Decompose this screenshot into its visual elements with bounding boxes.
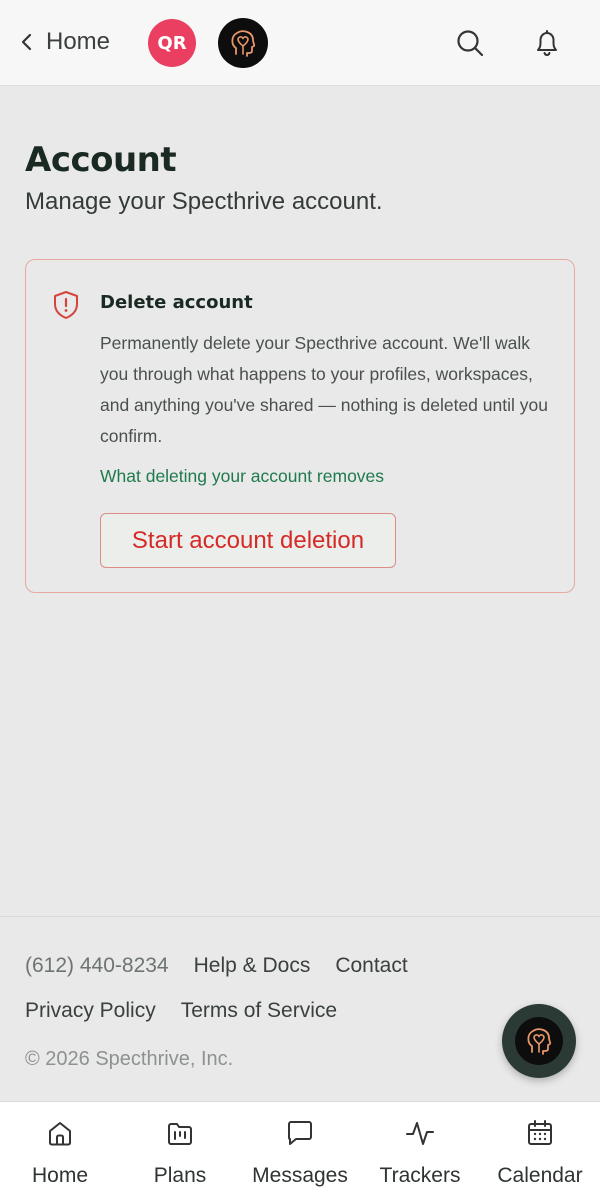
card-title: Delete account [100, 292, 253, 313]
folder-plans-icon [168, 1123, 192, 1145]
footer-contact-link[interactable]: Contact [335, 954, 407, 978]
assistant-fab[interactable] [502, 1004, 576, 1078]
search-button[interactable] [452, 25, 488, 61]
nav-label-plans: Plans [153, 1164, 207, 1187]
start-account-deletion-button[interactable]: Start account deletion [100, 513, 396, 568]
top-app-bar: Home QR [0, 0, 600, 86]
card-description: Permanently delete your Specthrive accou… [100, 333, 548, 446]
nav-item-home[interactable]: Home [0, 1102, 120, 1200]
nav-label-messages: Messages [252, 1164, 348, 1187]
nav-label-calendar: Calendar [497, 1164, 583, 1187]
nav-label-trackers: Trackers [379, 1164, 461, 1187]
page-title: Account [25, 140, 177, 180]
deletion-info-link[interactable]: What deleting your account removes [100, 466, 384, 487]
nav-item-trackers[interactable]: Trackers [360, 1102, 480, 1200]
notifications-button[interactable] [529, 25, 565, 61]
footer-help-link[interactable]: Help & Docs [194, 954, 311, 978]
footer-links-row-2: Privacy Policy Terms of Service [25, 999, 337, 1023]
calendar-icon [528, 1120, 552, 1145]
shield-alert-icon [54, 291, 78, 319]
head-heart-icon [527, 1028, 552, 1055]
activity-icon [406, 1122, 434, 1145]
delete-account-card: Delete account Permanently delete your S… [25, 259, 575, 593]
nav-item-messages[interactable]: Messages [240, 1102, 360, 1200]
user-avatar[interactable]: QR [148, 19, 196, 67]
bottom-navigation: Home Plans Messages Trackers Calendar [0, 1101, 600, 1200]
fab-logo [515, 1017, 563, 1065]
back-button[interactable]: Home [18, 22, 110, 62]
footer-terms-link[interactable]: Terms of Service [181, 999, 337, 1023]
brand-logo-avatar[interactable] [218, 18, 268, 68]
chevron-left-icon [21, 33, 32, 51]
back-label: Home [46, 28, 111, 55]
nav-item-calendar[interactable]: Calendar [480, 1102, 600, 1200]
page-subtitle: Manage your Specthrive account. [25, 188, 383, 215]
home-icon [49, 1122, 71, 1146]
head-heart-icon [231, 30, 256, 57]
footer-links-row-1: (612) 440-8234 Help & Docs Contact [25, 954, 408, 978]
message-icon [288, 1121, 312, 1145]
footer: (612) 440-8234 Help & Docs Contact Priva… [0, 916, 600, 1101]
search-icon [457, 30, 484, 57]
footer-privacy-link[interactable]: Privacy Policy [25, 999, 156, 1023]
bell-icon [537, 30, 557, 57]
nav-item-plans[interactable]: Plans [120, 1102, 240, 1200]
nav-label-home: Home [31, 1164, 89, 1187]
copyright: © 2026 Specthrive, Inc. [25, 1048, 234, 1070]
footer-phone[interactable]: (612) 440-8234 [25, 954, 169, 978]
